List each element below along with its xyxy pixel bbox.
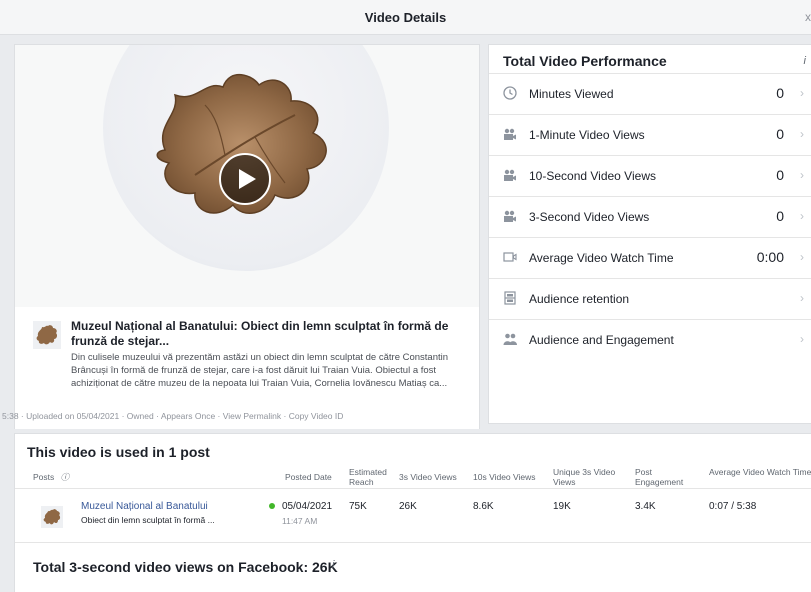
metric-audience-engagement[interactable]: Audience and Engagement ›: [489, 320, 811, 360]
post-subtitle: Obiect din lemn sculptat în formă ...: [81, 515, 215, 525]
chevron-right-icon: ›: [800, 209, 804, 223]
play-button[interactable]: [219, 153, 271, 205]
unique-3s-views: 19K: [553, 501, 571, 512]
play-icon: [239, 169, 256, 189]
column-header-posted-date[interactable]: Posted Date: [285, 472, 332, 482]
metric-value: 0: [776, 85, 784, 101]
metric-3s-views[interactable]: 3-Second Video Views 0 ›: [489, 197, 811, 238]
close-icon[interactable]: x: [805, 10, 811, 24]
metric-value: 0: [776, 126, 784, 142]
film-icon: [504, 291, 516, 305]
post-title: Muzeul Național al Banatului: Obiect din…: [71, 319, 449, 348]
metric-audience-retention[interactable]: Audience retention ›: [489, 279, 811, 320]
posted-time: 11:47 AM: [282, 516, 318, 526]
column-header-post-engagement[interactable]: Post Engagement: [635, 467, 697, 487]
video-icon: [503, 252, 517, 262]
chevron-right-icon: ›: [800, 332, 804, 346]
column-header-estimated-reach[interactable]: Estimated Reach: [349, 467, 391, 487]
chevron-right-icon: ›: [800, 127, 804, 141]
post-engagement: 3.4K: [635, 501, 656, 512]
metric-value: 0: [776, 167, 784, 183]
avg-watch-time: 0:07 / 5:38: [709, 501, 757, 512]
chevron-right-icon: ›: [800, 86, 804, 100]
metric-10s-views[interactable]: 10-Second Video Views 0 ›: [489, 156, 811, 197]
dialog-header: Video Details x: [0, 0, 811, 35]
camera-icon: [504, 169, 516, 181]
metric-value: 0:00: [756, 249, 784, 265]
column-header-avg-watch-time[interactable]: Average Video Watch Time: [709, 467, 811, 477]
upload-date: Uploaded on 05/04/2021: [26, 411, 120, 421]
post-name-link[interactable]: Muzeul Național al Banatului: [81, 501, 208, 512]
post-thumbnail: [41, 506, 63, 528]
video-duration: 5:38: [2, 411, 19, 421]
metric-label: 1-Minute Video Views: [529, 128, 645, 142]
people-icon: [503, 333, 517, 345]
divider: [15, 488, 811, 489]
metric-label: Average Video Watch Time: [529, 251, 674, 265]
post-description: Din culisele muzeului vă prezentăm astăz…: [71, 352, 449, 389]
column-header-10s-views[interactable]: 10s Video Views: [473, 472, 536, 482]
camera-icon: [504, 210, 516, 222]
metric-label: 3-Second Video Views: [529, 210, 650, 224]
post-usage-panel: This video is used in 1 post Posts ⓘ Pos…: [14, 433, 811, 592]
video-player[interactable]: [15, 45, 479, 307]
views-3s: 26K: [399, 501, 417, 512]
metric-avg-watch-time[interactable]: Average Video Watch Time 0:00 ›: [489, 238, 811, 279]
video-panel: Muzeul Național al Banatului: Obiect din…: [2, 44, 480, 429]
metric-1min-views[interactable]: 1-Minute Video Views 0 ›: [489, 115, 811, 156]
info-icon[interactable]: ⓘ: [61, 472, 70, 482]
copy-video-id-link[interactable]: Copy Video ID: [289, 411, 344, 421]
performance-panel: Total Video Performance i Minutes Viewed…: [488, 44, 811, 424]
table-row[interactable]: Muzeul Național al Banatului Obiect din …: [15, 490, 811, 543]
info-icon[interactable]: i: [804, 55, 806, 67]
metric-label: Audience and Engagement: [529, 333, 674, 347]
metric-label: Minutes Viewed: [529, 87, 614, 101]
appears-label: Appears Once: [160, 411, 216, 421]
video-meta: 5:38 · Uploaded on 05/04/2021 · Owned · …: [2, 411, 344, 421]
metric-label: Audience retention: [529, 292, 630, 306]
chevron-right-icon: ›: [800, 168, 804, 182]
estimated-reach: 75K: [349, 501, 367, 512]
posted-date: 05/04/2021: [282, 501, 333, 512]
column-header-unique-3s-views[interactable]: Unique 3s Video Views: [553, 467, 635, 487]
chevron-right-icon: ›: [800, 291, 804, 305]
metric-value: 0: [776, 208, 784, 224]
chevron-right-icon: ›: [800, 250, 804, 264]
info-icon[interactable]: i: [332, 559, 334, 571]
usage-title: This video is used in 1 post: [27, 444, 210, 460]
view-permalink-link[interactable]: View Permalink: [223, 411, 281, 421]
camera-icon: [504, 128, 516, 140]
oak-leaf-object-image: [156, 74, 327, 215]
views-10s: 8.6K: [473, 501, 494, 512]
performance-title: Total Video Performance: [503, 53, 667, 69]
metric-minutes-viewed[interactable]: Minutes Viewed 0 ›: [489, 74, 811, 115]
total-3s-views: Total 3-second video views on Facebook: …: [33, 559, 338, 575]
dialog-title: Video Details: [364, 10, 447, 25]
metric-label: 10-Second Video Views: [529, 169, 656, 183]
owned-label: Owned: [126, 411, 154, 421]
clock-icon: [503, 86, 517, 100]
column-header-posts: Posts ⓘ: [33, 472, 70, 482]
column-header-3s-views[interactable]: 3s Video Views: [399, 472, 457, 482]
post-thumbnail: [33, 321, 61, 349]
status-dot: [269, 503, 275, 509]
